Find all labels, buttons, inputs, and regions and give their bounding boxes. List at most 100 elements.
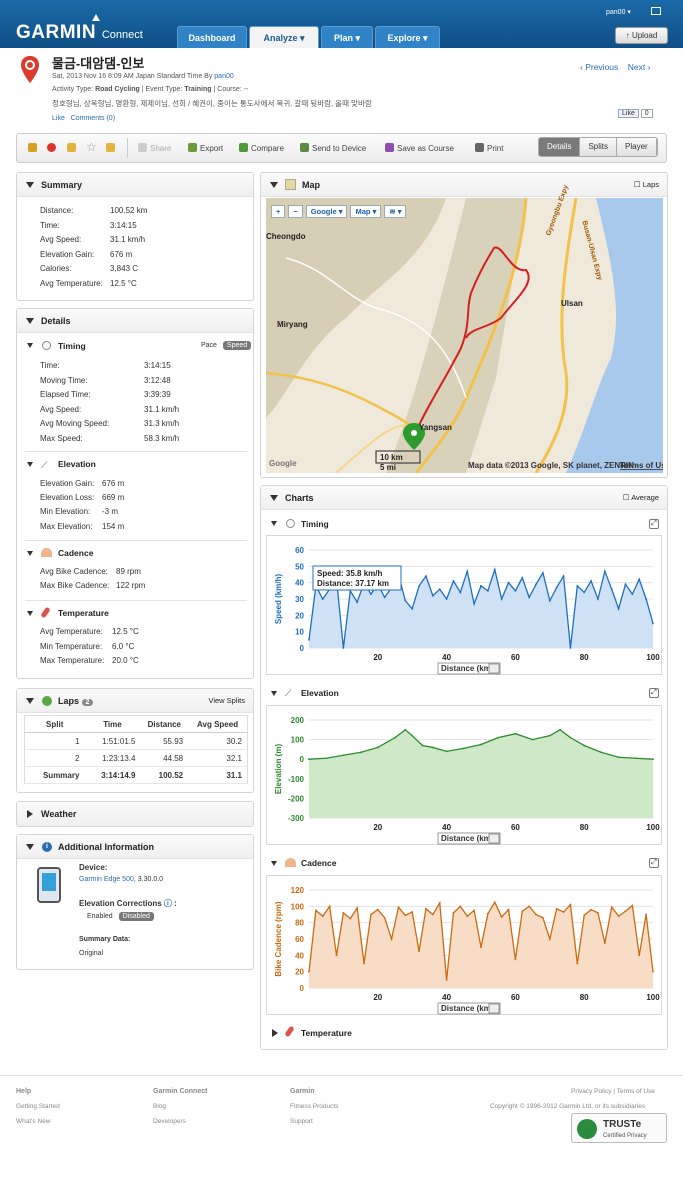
pace-option[interactable]: Pace: [197, 341, 221, 350]
zoom-out-button[interactable]: −: [288, 205, 303, 218]
tab-details[interactable]: Details: [539, 138, 581, 156]
collapse-icon[interactable]: [26, 182, 34, 188]
collapse-icon[interactable]: [27, 611, 33, 616]
activity-title[interactable]: 물금-대암댐-인보: [52, 53, 144, 72]
facebook-like[interactable]: Like 0: [618, 109, 653, 118]
map-type-dropdown[interactable]: Map ▾: [350, 205, 382, 218]
cell: 31.1: [188, 766, 248, 784]
cadence-chart[interactable]: 0 20 40 60 80 100 120 20 40 60 80 100 Bike Cadence (…: [266, 875, 662, 1015]
footer-link[interactable]: Getting Started: [16, 1103, 60, 1110]
device-link[interactable]: Garmin Edge 500: [79, 876, 134, 883]
send-to-device-button[interactable]: Send to Device: [300, 143, 366, 153]
export-button[interactable]: Export: [188, 143, 223, 153]
user-menu[interactable]: pan00 ▾: [606, 8, 631, 16]
table-row[interactable]: 1 1:51:01.5 55.93 30.2: [24, 732, 248, 750]
tab-dashboard[interactable]: Dashboard: [177, 26, 247, 48]
map-terms-link[interactable]: Terms of Use: [620, 461, 663, 470]
collapse-icon[interactable]: [271, 521, 277, 526]
stat-value: 122 rpm: [116, 581, 146, 590]
tab-analyze[interactable]: Analyze ▾: [249, 26, 319, 48]
x-tick-label: 80: [580, 653, 589, 662]
delete-icon[interactable]: [47, 143, 56, 152]
owner-link[interactable]: pan00: [214, 73, 233, 80]
col-header: Avg Speed: [188, 715, 248, 733]
elevation-chart[interactable]: 200 100 0 -100 -200 -300 20 40 60 80 100 Elevation …: [266, 705, 662, 845]
summary-header[interactable]: Summary: [17, 173, 253, 197]
speed-option[interactable]: Speed: [222, 341, 252, 350]
save-as-course-button[interactable]: Save as Course: [385, 143, 454, 153]
tab-player[interactable]: Player: [617, 138, 657, 156]
speed-chart[interactable]: 0 10 20 30 40 50 60 20 40 60 80 100 Speed (km/h) Dist…: [266, 535, 662, 675]
garmin-logo[interactable]: GARMIN Connect: [16, 22, 143, 44]
data-point: [480, 743, 482, 746]
share-button[interactable]: Share: [138, 143, 171, 153]
lock-icon[interactable]: [67, 143, 76, 152]
legal-links[interactable]: Privacy Policy | Terms of Use: [571, 1088, 655, 1095]
like-link[interactable]: Like: [52, 115, 65, 122]
people-icon[interactable]: [106, 143, 115, 152]
edit-icon[interactable]: [28, 143, 37, 152]
collapse-icon[interactable]: [26, 698, 34, 704]
footer-link[interactable]: Fitness Products: [290, 1103, 338, 1110]
layers-icon[interactable]: ≋ ▾: [384, 205, 407, 218]
upload-button[interactable]: ↑ Upload: [615, 27, 668, 44]
map-place-label: Yangsan: [419, 423, 452, 432]
truste-badge[interactable]: TRUSTe Certified Privacy: [571, 1113, 667, 1143]
collapse-icon[interactable]: [271, 861, 277, 866]
footer-link[interactable]: Blog: [153, 1103, 166, 1110]
enabled-option[interactable]: Enabled: [83, 912, 117, 921]
expand-icon[interactable]: [27, 810, 33, 818]
laps-header[interactable]: Laps 2 View Splits: [17, 689, 253, 713]
data-point: [359, 751, 362, 754]
data-point: [569, 903, 572, 906]
thermometer-icon: [284, 1025, 295, 1038]
footer-link[interactable]: What's New: [16, 1118, 50, 1125]
dropdown-icon[interactable]: [488, 1003, 500, 1014]
tab-splits[interactable]: Splits: [580, 138, 618, 156]
cadence-title: Cadence: [58, 548, 94, 558]
footer-link[interactable]: Developers: [153, 1118, 186, 1125]
data-point: [583, 914, 586, 917]
collapse-icon[interactable]: [270, 182, 278, 188]
expand-icon[interactable]: [272, 1029, 278, 1037]
tab-plan[interactable]: Plan ▾: [321, 26, 373, 48]
comments-link[interactable]: Comments (0): [71, 115, 115, 122]
footer-link[interactable]: Support: [290, 1118, 313, 1125]
laps-panel: Laps 2 View Splits Split Time Distance Avg …: [16, 688, 254, 793]
expand-icon[interactable]: ⤢: [649, 858, 659, 868]
expand-icon[interactable]: ⤢: [649, 519, 659, 529]
route-map[interactable]: Cheongdo Miryang Ulsan Yangsan 10 km 5 m…: [266, 198, 663, 473]
mail-icon[interactable]: [651, 7, 661, 15]
favorite-icon[interactable]: ☆: [86, 140, 97, 154]
table-row[interactable]: 2 1:23:13.4 44.58 32.1: [24, 749, 248, 767]
collapse-icon[interactable]: [27, 343, 33, 348]
compare-button[interactable]: Compare: [239, 143, 284, 153]
expand-icon[interactable]: ⤢: [649, 688, 659, 698]
google-map-dropdown[interactable]: Google ▾: [305, 205, 348, 218]
collapse-icon[interactable]: [27, 462, 33, 467]
tab-explore[interactable]: Explore ▾: [375, 26, 440, 48]
view-splits-link[interactable]: View Splits: [208, 689, 245, 713]
data-point: [404, 914, 407, 917]
collapse-icon[interactable]: [270, 495, 278, 501]
additional-info-header[interactable]: i Additional Information: [17, 835, 253, 859]
next-link[interactable]: Next: [628, 62, 645, 72]
dropdown-icon[interactable]: [488, 833, 500, 844]
zoom-in-button[interactable]: +: [271, 205, 286, 218]
collapse-icon[interactable]: [26, 318, 34, 324]
laps-checkbox[interactable]: ☐ Laps: [634, 173, 659, 197]
collapse-icon[interactable]: [271, 691, 277, 696]
dropdown-icon[interactable]: [488, 663, 500, 674]
details-header[interactable]: Details: [17, 309, 253, 333]
collapse-icon[interactable]: [26, 844, 34, 850]
map-header[interactable]: Map ☐ Laps: [261, 173, 667, 197]
collapse-icon[interactable]: [27, 551, 33, 556]
data-point: [418, 950, 420, 953]
weather-header[interactable]: Weather: [17, 802, 253, 826]
data-point: [617, 607, 620, 610]
disabled-option[interactable]: Disabled: [118, 912, 154, 921]
previous-link[interactable]: Previous: [585, 62, 618, 72]
average-checkbox[interactable]: ☐ Average: [623, 486, 659, 510]
print-button[interactable]: Print: [475, 143, 503, 153]
charts-header[interactable]: Charts ☐ Average: [261, 486, 667, 510]
